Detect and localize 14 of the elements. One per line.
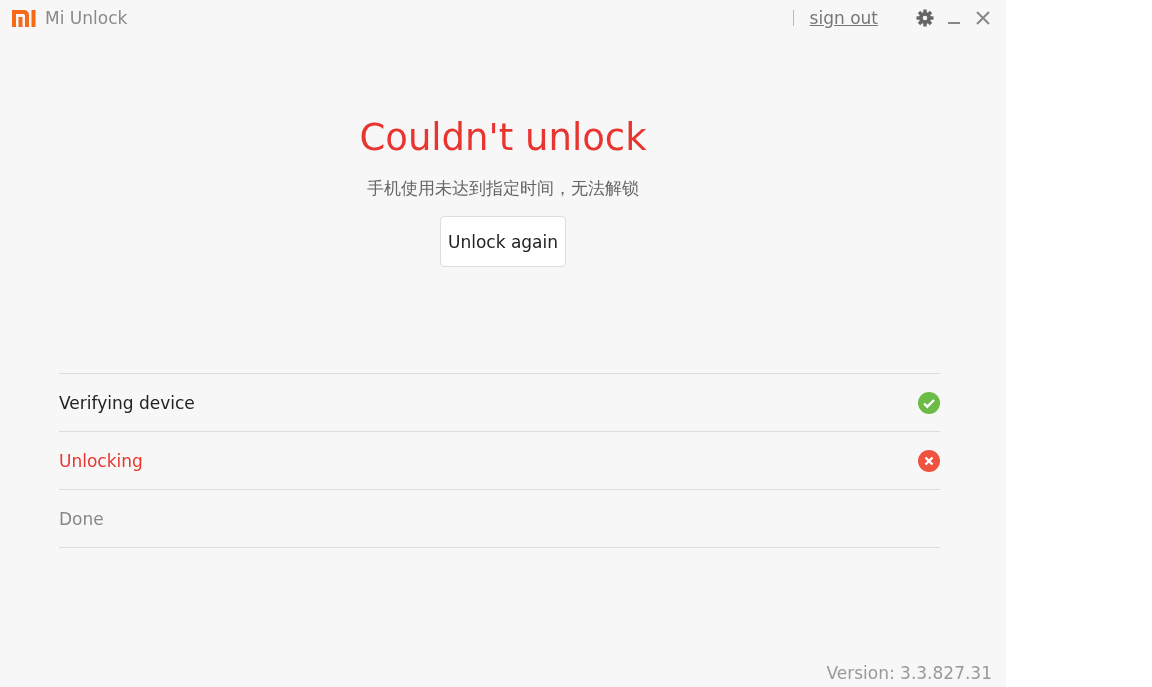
version-text: Version: 3.3.827.31 xyxy=(826,663,992,683)
error-icon xyxy=(918,449,940,472)
sign-out-link[interactable]: sign out xyxy=(809,8,878,28)
unlock-again-button[interactable]: Unlock again xyxy=(439,216,567,267)
step-label: Verifying device xyxy=(59,392,195,413)
step-label: Unlocking xyxy=(59,450,143,471)
result-title: Couldn't unlock xyxy=(359,116,647,159)
result-message: 手机使用未达到指定时间，无法解锁 xyxy=(367,177,639,200)
close-button[interactable] xyxy=(974,9,992,27)
check-icon xyxy=(918,391,940,414)
logo-icon xyxy=(12,9,37,27)
step-label: Done xyxy=(59,508,104,529)
window-title: Mi Unlock xyxy=(45,8,128,28)
settings-button[interactable] xyxy=(916,9,934,27)
